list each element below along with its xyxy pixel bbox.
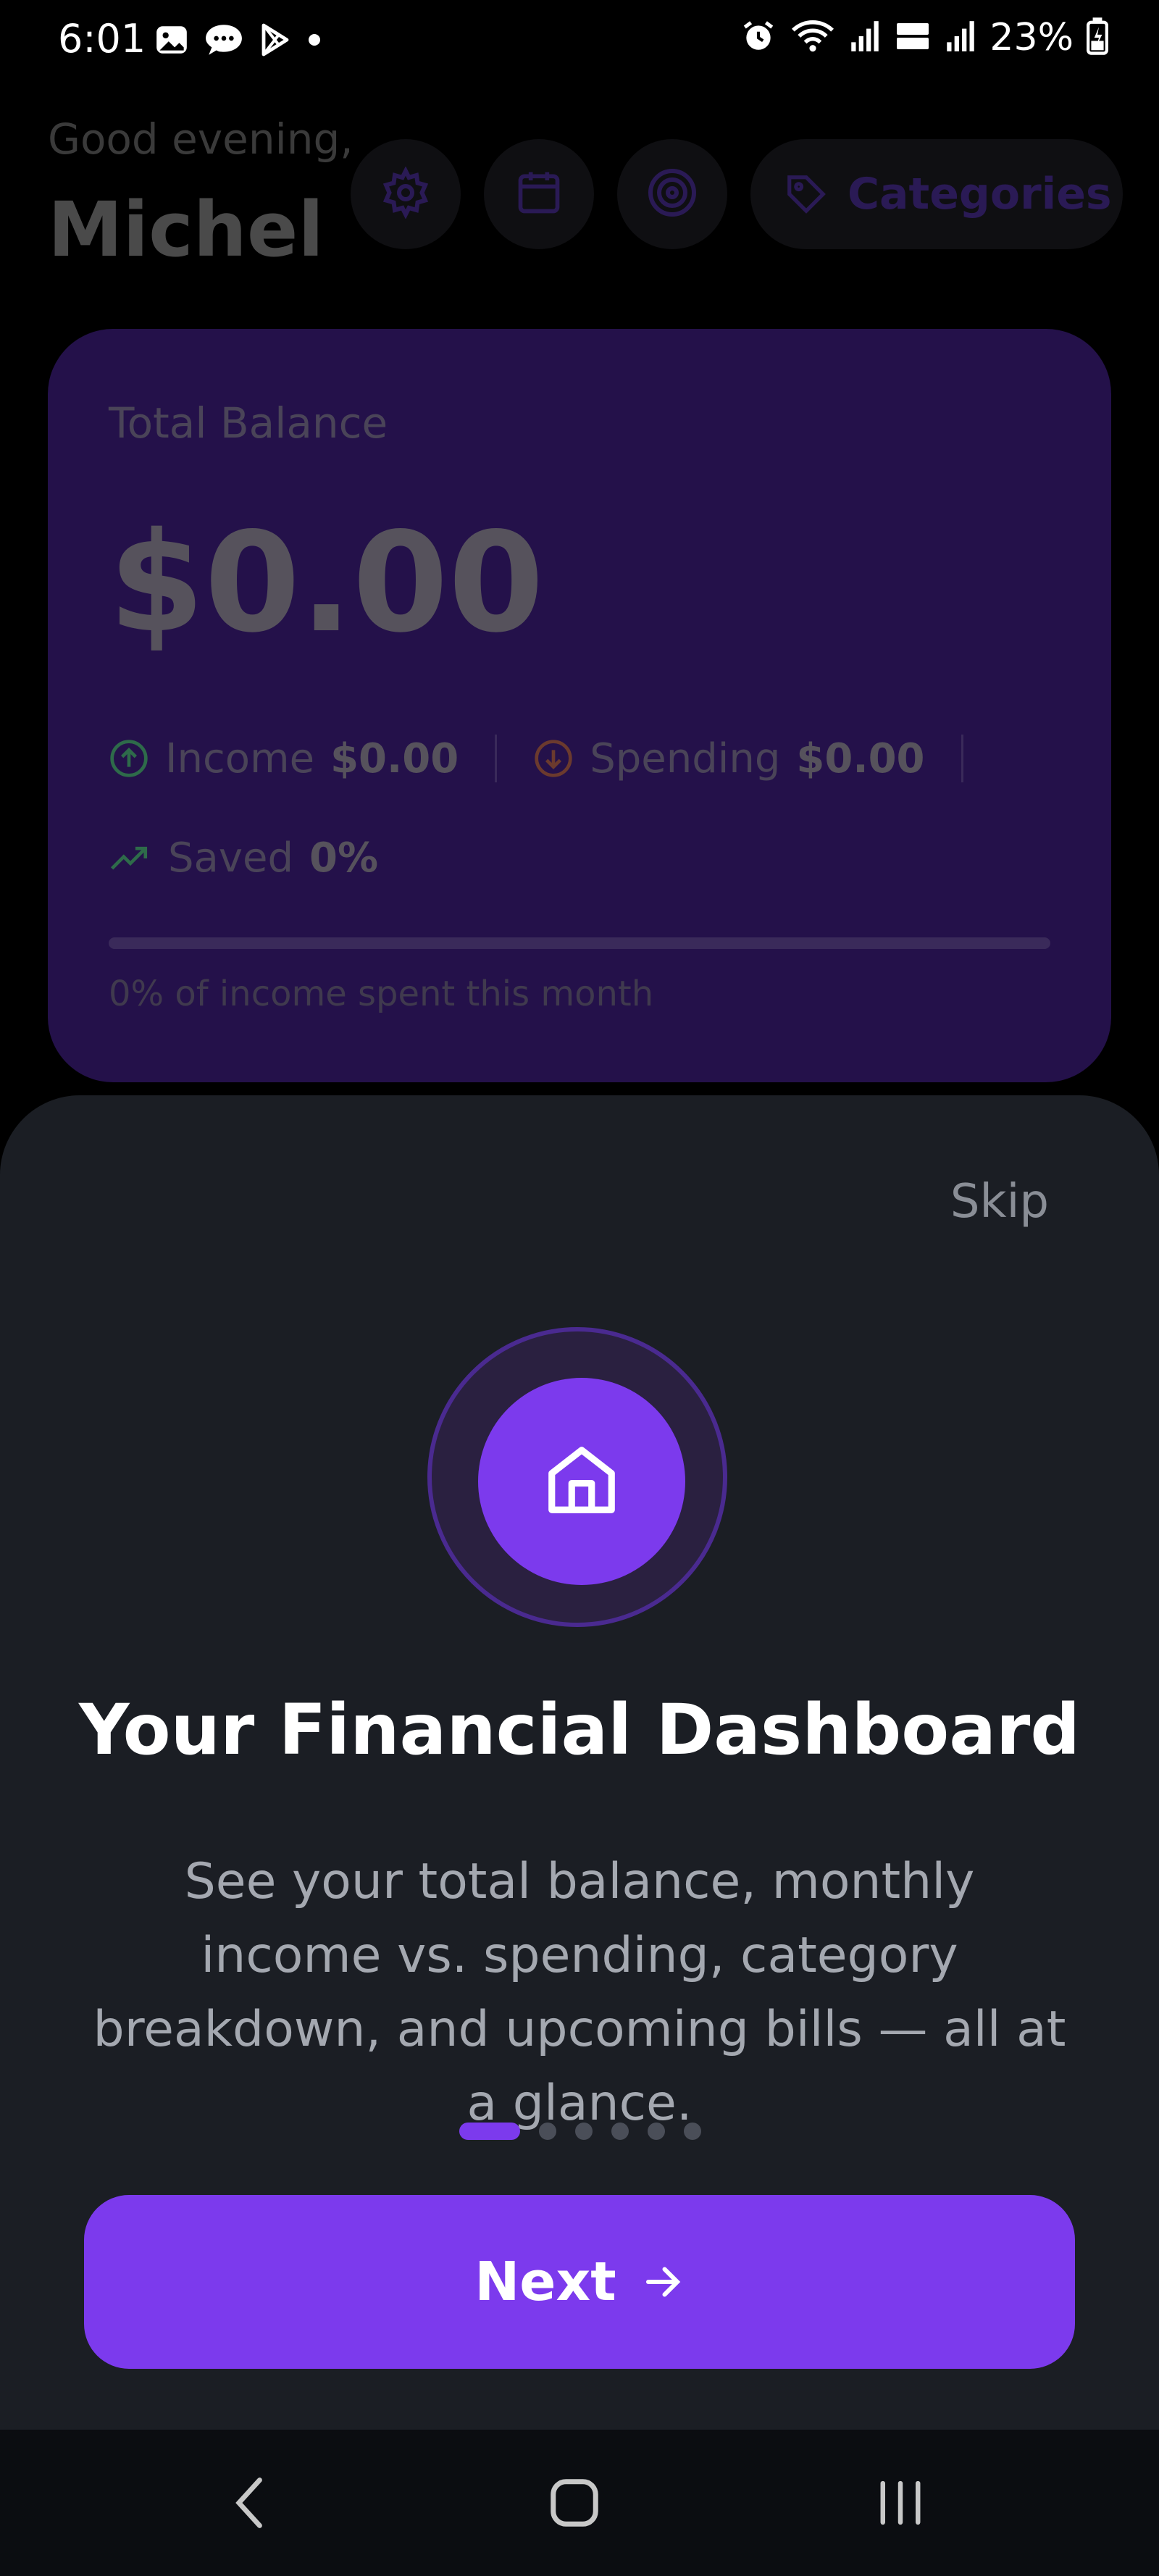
image-icon bbox=[154, 22, 190, 61]
spending-note: 0% of income spent this month bbox=[109, 974, 654, 1014]
back-button[interactable] bbox=[219, 2472, 284, 2537]
saved-row: Saved 0% bbox=[109, 835, 378, 882]
balance-amount: $0.00 bbox=[109, 503, 544, 663]
wifi-icon bbox=[790, 18, 836, 57]
arrow-right-icon bbox=[641, 2260, 685, 2304]
trending-up-icon bbox=[109, 838, 152, 879]
page-dot bbox=[575, 2123, 593, 2140]
saved-value: 0% bbox=[309, 835, 379, 882]
user-name: Michel bbox=[48, 185, 325, 274]
balance-label: Total Balance bbox=[109, 398, 388, 448]
tag-icon bbox=[784, 172, 829, 217]
hero-icon-circle bbox=[478, 1378, 685, 1585]
page-dot bbox=[459, 2123, 520, 2140]
spending-arrow-icon bbox=[533, 738, 574, 779]
onboarding-sheet: Skip Your Financial Dashboard See your t… bbox=[0, 1095, 1159, 2430]
calendar-icon bbox=[514, 168, 564, 220]
system-icons: 23% bbox=[740, 16, 1108, 59]
income-value: $0.00 bbox=[330, 735, 459, 782]
battery-percent: 23% bbox=[989, 16, 1074, 59]
status-time: 6:01 bbox=[58, 16, 146, 62]
balance-card: Total Balance $0.00 Income $0.00 Spendin… bbox=[48, 329, 1111, 1082]
onboarding-description: See your total balance, monthly income v… bbox=[93, 1853, 1066, 2132]
system-nav-bar bbox=[0, 2430, 1159, 2576]
page-dot bbox=[611, 2123, 629, 2140]
signal-icon bbox=[849, 18, 881, 57]
spending-value: $0.00 bbox=[796, 735, 925, 782]
battery-icon bbox=[1087, 17, 1108, 58]
target-icon bbox=[646, 167, 698, 222]
income-arrow-icon bbox=[109, 738, 149, 779]
signal-icon-2 bbox=[945, 18, 976, 57]
income-spending-row: Income $0.00 Spending $0.00 bbox=[109, 735, 1000, 782]
greeting-text: Good evening, bbox=[48, 114, 353, 164]
page-dot bbox=[684, 2123, 701, 2140]
chevron-left-icon bbox=[230, 2474, 273, 2535]
next-label: Next bbox=[474, 2251, 616, 2313]
alarm-icon bbox=[740, 18, 777, 57]
saved-label: Saved bbox=[168, 835, 294, 882]
income-label: Income bbox=[165, 735, 315, 782]
calendar-button[interactable] bbox=[484, 139, 594, 249]
notification-icons bbox=[154, 22, 322, 61]
volte-icon bbox=[894, 18, 932, 57]
onboarding-title: Your Financial Dashboard bbox=[78, 1689, 1081, 1770]
spending-progress-bar bbox=[109, 937, 1050, 949]
dot-icon bbox=[307, 33, 322, 50]
categories-button[interactable]: Categories bbox=[750, 139, 1123, 249]
status-bar: 6:01 23% bbox=[0, 0, 1159, 87]
spending-label: Spending bbox=[590, 735, 781, 782]
recents-icon bbox=[875, 2475, 926, 2533]
home-icon bbox=[542, 1440, 622, 1523]
next-button[interactable]: Next bbox=[84, 2195, 1075, 2369]
settings-button[interactable] bbox=[351, 139, 461, 249]
categories-label: Categories bbox=[848, 169, 1112, 219]
home-button[interactable] bbox=[542, 2472, 607, 2537]
divider bbox=[495, 735, 498, 782]
goals-button[interactable] bbox=[617, 139, 727, 249]
play-store-icon bbox=[258, 22, 293, 61]
page-dot bbox=[648, 2123, 665, 2140]
page-indicator bbox=[459, 2123, 701, 2140]
recents-button[interactable] bbox=[868, 2472, 933, 2537]
skip-button[interactable]: Skip bbox=[950, 1175, 1049, 1229]
home-square-icon bbox=[547, 2475, 602, 2533]
gear-icon bbox=[380, 166, 432, 222]
chat-icon bbox=[204, 22, 243, 61]
hero-icon-ring bbox=[427, 1327, 727, 1627]
page-dot bbox=[539, 2123, 556, 2140]
divider bbox=[961, 735, 963, 782]
